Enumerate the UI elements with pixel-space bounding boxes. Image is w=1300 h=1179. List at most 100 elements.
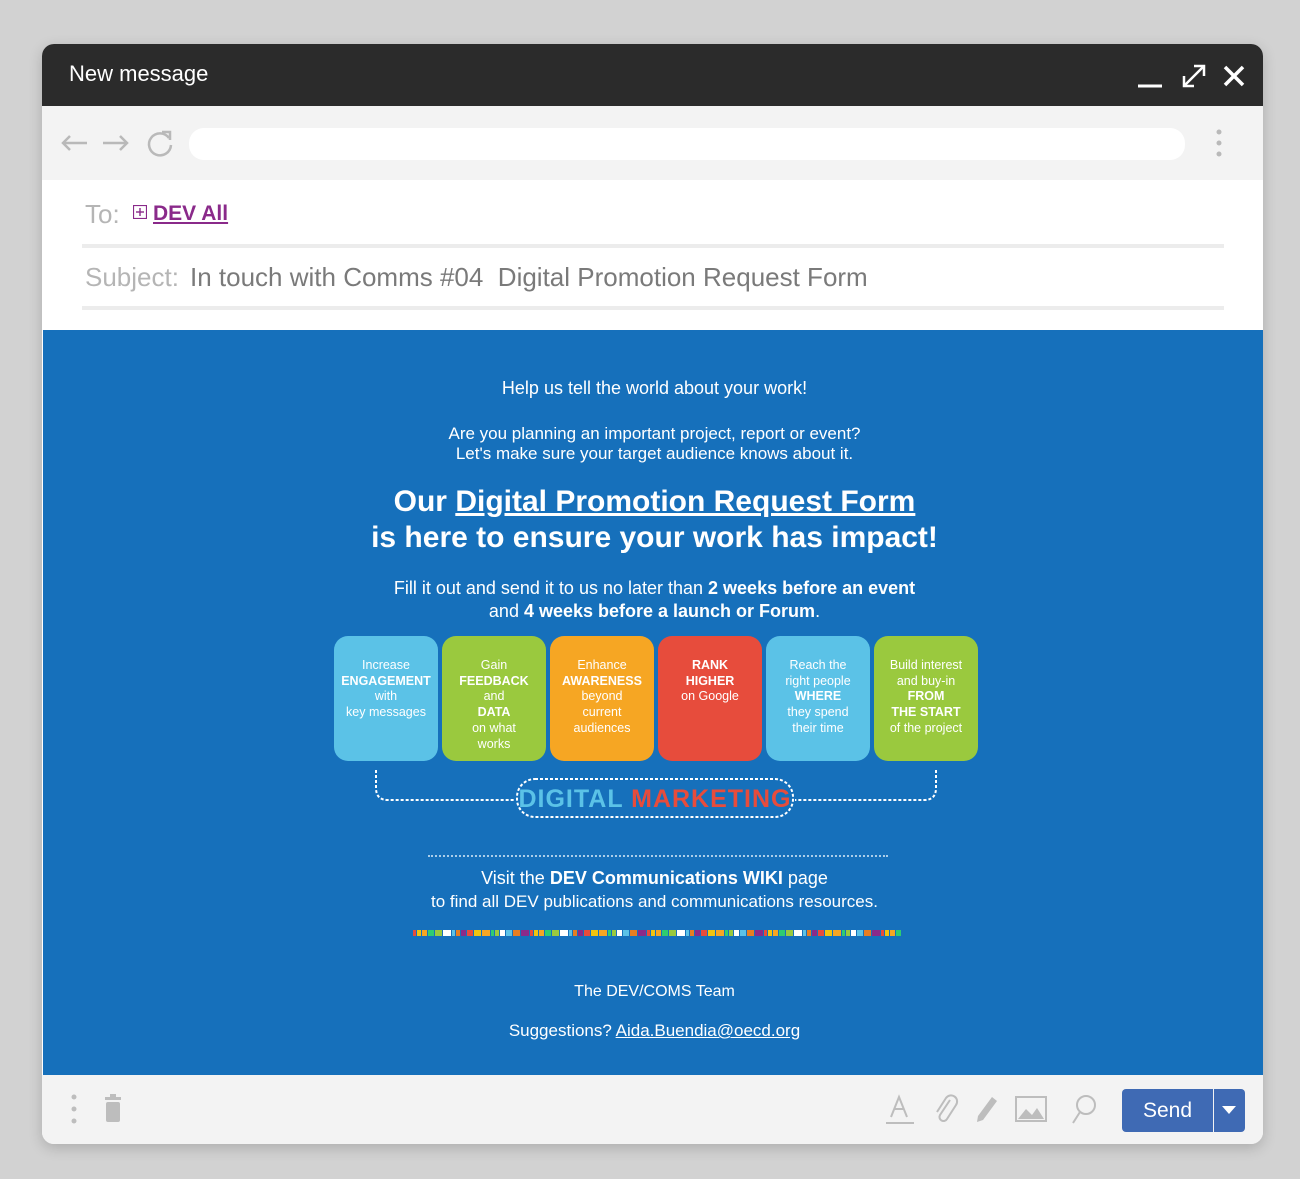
stripe-segment [695,930,700,936]
stripe-segment [755,930,763,936]
stripe-segment [716,930,724,936]
stripe-segment [818,930,824,936]
stripe-segment [506,930,512,936]
stripe-segment [608,930,611,936]
stripe-segment [686,930,689,936]
send-button[interactable]: Send [1122,1089,1213,1132]
subject-field[interactable]: Subject: In touch with Comms #04 Digital… [82,248,1224,310]
trash-icon[interactable] [99,1093,131,1125]
kebab-menu-icon[interactable] [1210,128,1228,158]
stripe-segment [773,930,778,936]
stripe-segment [545,930,551,936]
stripe-segment [825,930,832,936]
expand-recipient-icon[interactable] [132,204,148,220]
suggestions-line: Suggestions? Aida.Buendia@oecd.org [43,1021,1263,1041]
stripe-segment [740,930,746,936]
stripe-segment [896,930,901,936]
arrow-right-icon[interactable] [100,128,130,158]
chevron-down-icon [1222,1106,1236,1114]
stripe-segment [885,930,889,936]
to-field[interactable]: To: DEV All [82,180,1224,248]
email-link[interactable]: Aida.Buendia@oecd.org [616,1021,801,1040]
stripe-segment [768,930,772,936]
stripe-segment [881,930,884,936]
reload-icon[interactable] [145,128,175,158]
stripe-segment [456,930,460,936]
stripe-segment [552,930,559,936]
stripe-segment [764,930,767,936]
stripe-segment [623,930,629,936]
stripe-segment [467,930,473,936]
stripe-segment [807,930,811,936]
stripe-segment [534,930,538,936]
color-stripe [413,930,901,936]
vertical-dots-icon[interactable] [64,1093,96,1125]
visit-wiki-line: Visit the DEV Communications WIKI page [43,868,1263,889]
stripe-segment [638,930,646,936]
minimize-icon[interactable] [1136,62,1164,90]
recipient-chip[interactable]: DEV All [153,202,228,226]
banner-word-marketing: MARKETING [631,785,792,813]
window-title: New message [69,61,209,86]
stripe-segment [578,930,583,936]
stripe-segment [812,930,817,936]
compose-footer: Send [42,1075,1263,1144]
browser-nav-bar [42,106,1263,180]
expand-icon[interactable] [1180,62,1208,90]
stripe-segment [857,930,863,936]
stripe-segment [482,930,490,936]
stripe-segment [669,930,676,936]
address-bar[interactable] [189,128,1185,160]
pen-icon[interactable] [970,1093,1002,1125]
stripe-segment [677,930,685,936]
stripe-segment [422,930,427,936]
stripe-segment [729,930,733,936]
stripe-segment [539,930,544,936]
stripe-segment [701,930,707,936]
stripe-segment [599,930,607,936]
close-icon[interactable] [1220,62,1248,90]
stripe-segment [560,930,568,936]
stripe-segment [617,930,622,936]
stripe-segment [443,930,451,936]
stripe-segment [573,930,577,936]
subject-text[interactable]: In touch with Comms #04 Digital Promotio… [190,262,868,293]
banner-word-digital: DIGITAL [518,785,624,813]
text-format-icon[interactable] [884,1093,916,1125]
stripe-segment [413,930,416,936]
stripe-segment [513,930,520,936]
stripe-segment [452,930,455,936]
stripe-segment [491,930,494,936]
message-body[interactable]: Help us tell the world about your work! … [43,330,1263,1075]
stripe-segment [651,930,655,936]
stripe-segment [662,930,668,936]
stripe-segment [417,930,421,936]
stripe-segment [872,930,880,936]
send-options-button[interactable] [1214,1089,1245,1132]
magnifier-icon[interactable] [1068,1093,1100,1125]
stripe-segment [803,930,806,936]
digital-marketing-label: DIGITAL MARKETING [515,779,795,819]
stripe-segment [495,930,499,936]
stripe-segment [833,930,841,936]
stripe-segment [786,930,793,936]
stripe-segment [569,930,572,936]
stripe-segment [725,930,728,936]
stripe-segment [842,930,845,936]
paperclip-icon[interactable] [930,1093,962,1125]
wiki-link[interactable]: DEV Communications WIKI [550,868,783,888]
stripe-segment [846,930,850,936]
stripe-segment [474,930,481,936]
compose-window: New message To: DEV All Subject: In touc… [42,44,1263,1144]
subject-label: Subject: [85,262,179,292]
to-label: To: [85,199,120,229]
stripe-segment [734,930,739,936]
digital-marketing-bracket [375,770,937,818]
visit-pre: Visit the [481,868,550,888]
stripe-segment [779,930,785,936]
stripe-segment [435,930,442,936]
visit-post: page [782,868,828,888]
image-icon[interactable] [1015,1093,1047,1125]
arrow-left-icon[interactable] [60,128,90,158]
stripe-segment [530,930,533,936]
